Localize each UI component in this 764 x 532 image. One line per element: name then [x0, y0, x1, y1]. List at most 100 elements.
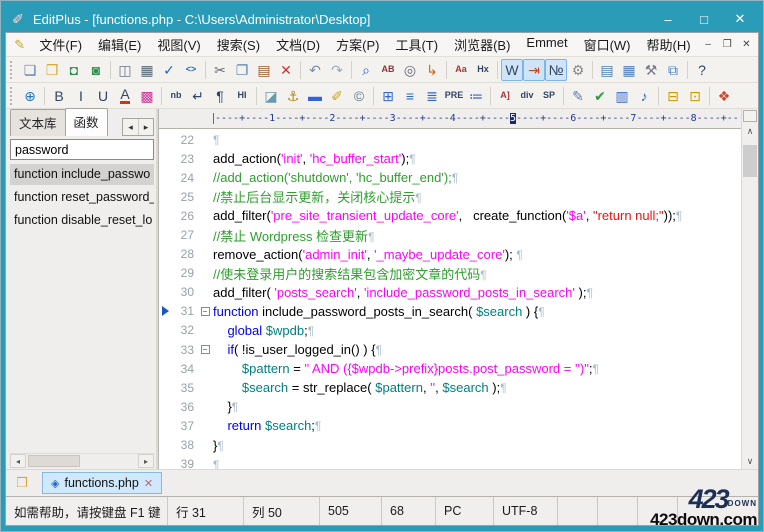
code-line-26[interactable]: 26 add_filter('pre_site_transient_update_… [159, 206, 741, 225]
scroll-right-icon[interactable]: ▸ [138, 454, 154, 468]
tab-functions[interactable]: 函数 [64, 108, 108, 136]
menu-item[interactable]: 窗口(W) [576, 33, 639, 56]
code-line-37[interactable]: 37 return $search;¶ [159, 416, 741, 435]
code-line-36[interactable]: 36 }¶ [159, 397, 741, 416]
delete-button[interactable]: ✕ [275, 59, 297, 81]
open-in-window-button[interactable]: ⧉ [662, 59, 684, 81]
code-area[interactable]: 22 ¶ 23 add_action('init', 'hc_buffer_start… [159, 129, 741, 469]
code-line-39[interactable]: 39 ¶ [159, 455, 741, 469]
menu-item[interactable]: 视图(V) [149, 33, 208, 56]
special-character-button[interactable]: © [348, 85, 370, 107]
sidebar-horizontal-scrollbar[interactable]: ◂ ▸ [10, 453, 154, 468]
vertical-scrollbar[interactable]: ∧ ∨ [741, 109, 758, 469]
code-line-28[interactable]: 28 remove_action('admin_init', '_maybe_up… [159, 245, 741, 264]
set-font-button[interactable]: Aa [450, 59, 472, 81]
div-tag-button[interactable]: div [516, 85, 538, 107]
browser-preview-button[interactable]: ⊕ [19, 85, 41, 107]
insert-anchor-button[interactable]: ⚓ [282, 85, 304, 107]
tab-scroll-right-icon[interactable]: ▸ [138, 119, 153, 135]
code-line-29[interactable]: 29 //使未登录用户的搜索结果包含加密文章的代码¶ [159, 264, 741, 283]
font-color-button[interactable]: A [114, 85, 136, 107]
menu-item[interactable]: 浏览器(B) [446, 33, 518, 56]
replace-button[interactable]: AB [377, 59, 399, 81]
minimize-button[interactable]: – [651, 8, 685, 30]
bold-button[interactable]: B [48, 85, 70, 107]
code-line-22[interactable]: 22 ¶ [159, 130, 741, 149]
fold-toggle-icon[interactable]: − [197, 345, 213, 355]
code-line-27[interactable]: 27 //禁止 Wordpress 检查更新¶ [159, 225, 741, 244]
open-file-button[interactable]: ❒ [41, 59, 63, 81]
span-tag-button[interactable]: SP [538, 85, 560, 107]
find-in-files-button[interactable]: ◎ [399, 59, 421, 81]
line-numbers-button[interactable]: № [545, 58, 567, 81]
function-list-item[interactable]: function disable_reset_lo [10, 210, 154, 231]
insert-media-button[interactable]: ▥ [611, 85, 633, 107]
menu-item[interactable]: 文件(F) [31, 33, 90, 56]
insert-note-button[interactable]: ✐ [326, 85, 348, 107]
tab-cliptext[interactable]: 文本库 [10, 109, 66, 136]
mdi-minimize-button[interactable]: – [699, 36, 718, 54]
print-preview-button[interactable]: ◫ [114, 59, 136, 81]
code-line-32[interactable]: 32 global $wpdb;¶ [159, 321, 741, 340]
folder-icon[interactable]: ❒ [10, 473, 34, 494]
tab-scroll-left-icon[interactable]: ◂ [123, 119, 138, 135]
scrollbar-thumb[interactable] [28, 455, 80, 467]
menu-item[interactable]: Emmet [518, 33, 575, 56]
menu-item[interactable]: 方案(P) [328, 33, 387, 56]
scroll-up-icon[interactable]: ∧ [742, 124, 758, 139]
preferences-button[interactable]: ⚙ [567, 59, 589, 81]
mdi-restore-button[interactable]: ❐ [718, 36, 737, 54]
html-tags-button[interactable]: <> [180, 59, 202, 81]
non-breaking-space-button[interactable]: nb [165, 85, 187, 107]
close-button[interactable]: ✕ [723, 8, 757, 30]
save-all-button[interactable]: ◙ [85, 59, 107, 81]
horizontal-rule-button[interactable]: ▬ [304, 85, 326, 107]
line-break-button[interactable]: ↵ [187, 85, 209, 107]
fold-toggle-icon[interactable]: − [197, 306, 213, 316]
menu-item[interactable]: 文档(D) [268, 33, 328, 56]
spell-check-button[interactable]: ✓ [158, 59, 180, 81]
code-line-33[interactable]: 33− if( !is_user_logged_in() ) {¶ [159, 340, 741, 359]
heading-tag-button[interactable]: HI [231, 85, 253, 107]
align-left-button[interactable]: ≡ [399, 85, 421, 107]
insert-image-button[interactable]: ◪ [260, 85, 282, 107]
menu-item[interactable]: 帮助(H) [639, 33, 699, 56]
code-line-25[interactable]: 25 //禁止后台显示更新，关闭核心提示¶ [159, 187, 741, 206]
menu-item[interactable]: 搜索(S) [209, 33, 268, 56]
cut-button[interactable]: ✂ [209, 59, 231, 81]
hex-viewer-button[interactable]: Hx [472, 59, 494, 81]
underline-button[interactable]: U [92, 85, 114, 107]
insert-audio-button[interactable]: ♪ [633, 85, 655, 107]
find-button[interactable]: ⌕ [355, 59, 377, 81]
syntax-check-button[interactable]: ✔ [589, 85, 611, 107]
word-wrap-button[interactable]: W [501, 58, 523, 81]
web-colors-button[interactable]: ❖ [713, 85, 735, 107]
menu-item[interactable]: 工具(T) [387, 33, 446, 56]
copy-button[interactable]: ❐ [231, 59, 253, 81]
new-file-button[interactable]: ❏ [19, 59, 41, 81]
document-tabs-button[interactable]: ▦ [618, 59, 640, 81]
insert-table-button[interactable]: ⊞ [377, 85, 399, 107]
mdi-close-button[interactable]: ✕ [737, 36, 756, 54]
form-listbox-button[interactable]: ⊟ [662, 85, 684, 107]
tab-functions-php[interactable]: ◈ functions.php ✕ [42, 472, 163, 494]
edit-script-button[interactable]: ✎ [567, 85, 589, 107]
code-line-31[interactable]: 31− function include_password_posts_in_se… [159, 302, 741, 321]
scrollbar-thumb[interactable] [743, 145, 757, 177]
code-line-35[interactable]: 35 $search = str_replace( $pattern, '', … [159, 378, 741, 397]
code-line-30[interactable]: 30 add_filter( 'posts_search', 'include_p… [159, 283, 741, 302]
user-tools-button[interactable]: ⚒ [640, 59, 662, 81]
context-help-button[interactable]: ? [691, 59, 713, 81]
form-radio-button[interactable]: ⊡ [684, 85, 706, 107]
menu-item[interactable]: 编辑(E) [90, 33, 149, 56]
function-filter-input[interactable] [10, 139, 154, 160]
code-line-24[interactable]: 24 //add_action('shutdown', 'hc_buffer_en… [159, 168, 741, 187]
split-window-handle[interactable] [743, 110, 757, 122]
toolbar-grip[interactable] [10, 60, 15, 79]
function-list-item[interactable]: function include_passwo [10, 164, 154, 185]
code-line-34[interactable]: 34 $pattern = " AND ({$wpdb->prefix}post… [159, 359, 741, 378]
redo-button[interactable]: ↷ [326, 59, 348, 81]
function-list-item[interactable]: function reset_password_ [10, 187, 154, 208]
undo-button[interactable]: ↶ [304, 59, 326, 81]
indent-guide-button[interactable]: ⇥ [523, 58, 545, 81]
